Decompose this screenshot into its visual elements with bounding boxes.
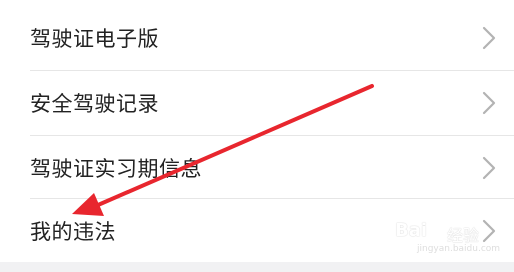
menu-item-label: 驾驶证实习期信息 [30,156,202,181]
watermark-url: jingyan.baidu.com [417,244,501,254]
watermark-logo: Bai 经验 jingyan.baidu.com [395,220,500,260]
menu-item-label: 我的违法 [30,219,116,244]
chevron-right-icon [482,26,496,49]
chevron-right-icon [482,91,496,114]
watermark-brand: Bai [395,220,428,241]
watermark-cn: 经验 [447,226,480,245]
menu-item-probation-info[interactable]: 驾驶证实习期信息 [0,135,514,200]
page-background-band [0,262,514,272]
menu-item-label: 安全驾驶记录 [30,91,159,116]
menu-item-label: 驾驶证电子版 [30,26,159,51]
menu-item-license-electronic[interactable]: 驾驶证电子版 [0,5,514,70]
menu-item-safe-driving-record[interactable]: 安全驾驶记录 [0,70,514,135]
chevron-right-icon [482,156,496,179]
